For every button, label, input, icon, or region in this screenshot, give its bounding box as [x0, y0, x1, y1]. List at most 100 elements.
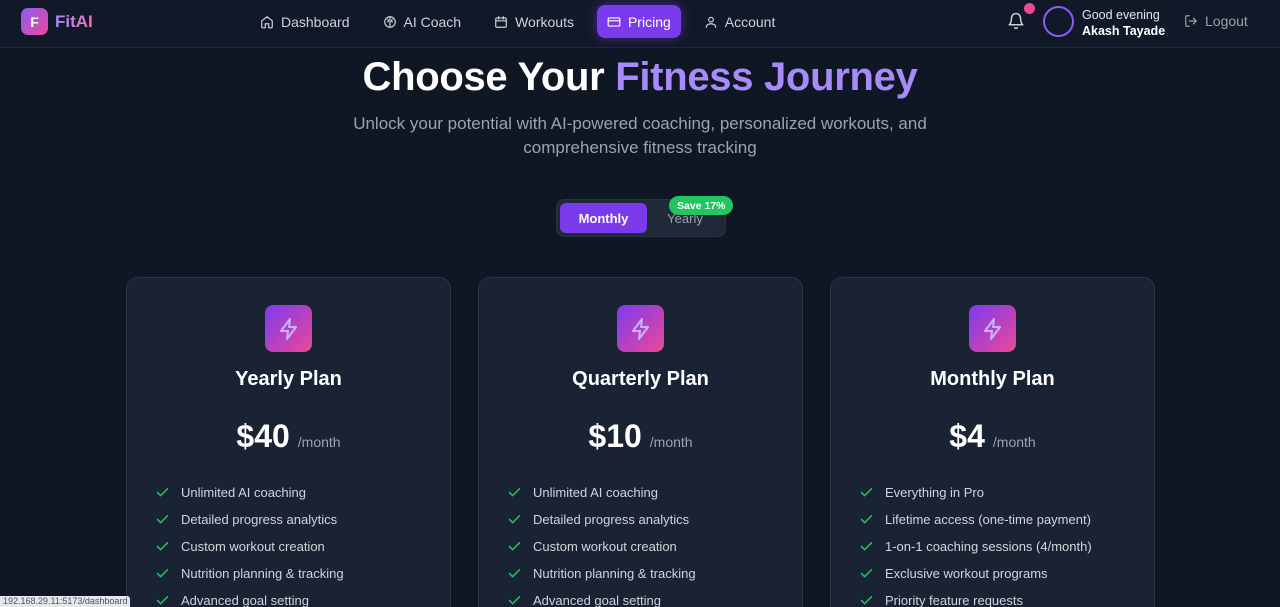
plan-title: Monthly Plan — [930, 368, 1055, 390]
check-icon — [156, 487, 169, 497]
check-icon — [860, 487, 873, 497]
user-greeting: Good evening Akash Tayade — [1082, 7, 1165, 39]
plan-icon-box — [265, 305, 312, 352]
check-icon — [508, 595, 521, 605]
nav-item-pricing[interactable]: Pricing — [596, 5, 681, 38]
feature-item: Unlimited AI coaching — [507, 479, 696, 506]
feature-list: Unlimited AI coaching Detailed progress … — [507, 479, 696, 607]
feature-text: Custom workout creation — [533, 539, 677, 554]
feature-text: Lifetime access (one-time payment) — [885, 512, 1091, 527]
feature-text: Advanced goal setting — [181, 593, 309, 607]
price-row: $10 /month — [479, 418, 802, 455]
feature-item: Detailed progress analytics — [507, 506, 696, 533]
top-navbar: F FitAI Dashboard AI Coach Workouts Pric… — [0, 0, 1280, 48]
lightning-icon — [983, 317, 1001, 340]
feature-item: Unlimited AI coaching — [155, 479, 344, 506]
feature-item: Custom workout creation — [155, 533, 344, 560]
check-icon — [860, 514, 873, 524]
credit-card-icon — [607, 16, 621, 27]
price-row: $40 /month — [127, 418, 450, 455]
plan-price: $40 — [236, 418, 290, 454]
title-accent: Fitness Journey — [615, 55, 918, 99]
feature-text: Nutrition planning & tracking — [181, 566, 344, 581]
feature-list: Everything in Pro Lifetime access (one-t… — [859, 479, 1092, 607]
feature-text: Unlimited AI coaching — [533, 485, 659, 500]
nav-label: Account — [724, 13, 776, 30]
toggle-monthly[interactable]: Monthly — [560, 203, 647, 233]
feature-item: Priority feature requests — [859, 587, 1092, 607]
plan-title: Yearly Plan — [235, 368, 342, 390]
logout-icon — [1185, 15, 1197, 27]
save-badge: Save 17% — [669, 196, 734, 215]
feature-text: Everything in Pro — [885, 485, 984, 500]
check-icon — [508, 541, 521, 551]
nav-item-workouts[interactable]: Workouts — [484, 5, 584, 38]
title-main: Choose Your — [362, 55, 616, 99]
feature-text: Priority feature requests — [885, 593, 1024, 607]
lightning-icon — [631, 317, 649, 340]
check-icon — [156, 541, 169, 551]
check-icon — [508, 568, 521, 578]
feature-text: Unlimited AI coaching — [181, 485, 307, 500]
plan-price: $4 — [949, 418, 985, 454]
nav-label: Workouts — [515, 13, 574, 30]
logout-button[interactable]: Logout — [1184, 13, 1248, 29]
nav-item-ai-coach[interactable]: AI Coach — [373, 5, 472, 38]
logout-label: Logout — [1205, 13, 1248, 29]
nav-label: AI Coach — [403, 13, 462, 30]
avatar[interactable] — [1043, 6, 1074, 37]
feature-item: Everything in Pro — [859, 479, 1092, 506]
nav-item-account[interactable]: Account — [694, 5, 786, 38]
feature-item: Lifetime access (one-time payment) — [859, 506, 1092, 533]
user-name: Akash Tayade — [1082, 24, 1166, 38]
plan-icon-box — [969, 305, 1016, 352]
check-icon — [860, 568, 873, 578]
feature-text: Detailed progress analytics — [533, 512, 690, 527]
feature-list: Unlimited AI coaching Detailed progress … — [155, 479, 344, 607]
check-icon — [508, 514, 521, 524]
feature-item: Advanced goal setting — [507, 587, 696, 607]
nav-item-dashboard[interactable]: Dashboard — [250, 5, 360, 38]
brand-name: FitAI — [55, 11, 93, 31]
plan-period: /month — [297, 434, 341, 450]
nav-label: Dashboard — [281, 13, 350, 30]
feature-item: Nutrition planning & tracking — [507, 560, 696, 587]
check-icon — [860, 595, 873, 605]
feature-item: 1-on-1 coaching sessions (4/month) — [859, 533, 1092, 560]
plan-icon-box — [617, 305, 664, 352]
plan-period: /month — [992, 434, 1036, 450]
home-icon — [261, 15, 273, 28]
plan-card-yearly: Yearly Plan $40 /month Unlimited AI coac… — [126, 277, 451, 607]
page-title: Choose Your Fitness Journey — [0, 55, 1280, 100]
nav-links: Dashboard AI Coach Workouts Pricing Acco… — [250, 5, 798, 38]
brand-logo: F — [21, 8, 48, 35]
check-icon — [156, 595, 169, 605]
feature-text: Nutrition planning & tracking — [533, 566, 696, 581]
feature-item: Detailed progress analytics — [155, 506, 344, 533]
feature-text: Custom workout creation — [181, 539, 325, 554]
feature-item: Custom workout creation — [507, 533, 696, 560]
bell-icon[interactable] — [1007, 12, 1025, 30]
plan-title: Quarterly Plan — [572, 368, 709, 390]
nav-label: Pricing — [627, 13, 671, 30]
brand[interactable]: F FitAI — [21, 8, 93, 35]
feature-text: Detailed progress analytics — [181, 512, 338, 527]
plan-period: /month — [649, 434, 693, 450]
check-icon — [156, 568, 169, 578]
plan-card-monthly: Monthly Plan $4 /month Everything in Pro… — [830, 277, 1155, 607]
check-icon — [860, 541, 873, 551]
feature-item: Advanced goal setting — [155, 587, 344, 607]
feature-text: Advanced goal setting — [533, 593, 661, 607]
price-row: $4 /month — [831, 418, 1154, 455]
feature-text: Exclusive workout programs — [885, 566, 1048, 581]
plan-price: $10 — [588, 418, 642, 454]
feature-text: 1-on-1 coaching sessions (4/month) — [885, 539, 1092, 554]
check-icon — [156, 514, 169, 524]
notification-dot — [1024, 3, 1035, 14]
status-bar-url: 192.168.29.11:5173/dashboard — [0, 596, 131, 607]
feature-item: Nutrition planning & tracking — [155, 560, 344, 587]
check-icon — [508, 487, 521, 497]
feature-item: Exclusive workout programs — [859, 560, 1092, 587]
brain-icon — [383, 15, 396, 28]
lightning-icon — [279, 317, 297, 340]
